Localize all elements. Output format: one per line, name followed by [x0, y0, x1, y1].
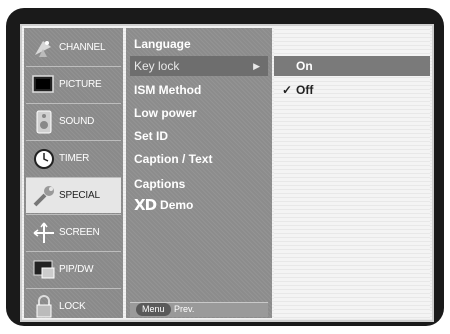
category-sidebar: CHANNEL PICTURE SOUND TIMER SPECIAL SCRE… — [24, 28, 123, 318]
menu-item-xd-demo[interactable]: XD Demo — [130, 195, 268, 215]
nav-item-channel[interactable]: CHANNEL — [26, 30, 121, 65]
menu-item-low-power[interactable]: Low power — [130, 103, 268, 123]
menu-item-label: Caption / Text — [134, 152, 213, 166]
nav-label: CHANNEL — [59, 42, 106, 53]
menu-item-label: Low power — [134, 106, 197, 120]
menu-item-captions[interactable]: Captions — [130, 174, 268, 194]
menu-item-label: Language — [134, 37, 191, 51]
nav-label: SPECIAL — [59, 190, 100, 201]
nav-item-sound[interactable]: SOUND — [26, 104, 121, 139]
menu-item-set-id[interactable]: Set ID — [130, 126, 268, 146]
nav-item-lock[interactable]: LOCK — [26, 289, 121, 324]
option-label: Off — [296, 83, 314, 97]
osd-screen: CHANNEL PICTURE SOUND TIMER SPECIAL SCRE… — [20, 24, 434, 322]
nav-label: SCREEN — [59, 227, 100, 238]
nav-item-picture[interactable]: PICTURE — [26, 67, 121, 102]
nav-item-special[interactable]: SPECIAL — [26, 178, 121, 213]
checkmark-icon: ✓ — [282, 83, 293, 97]
menu-item-label: Captions — [134, 177, 186, 191]
menu-item-label: Demo — [160, 198, 194, 212]
clock-icon — [29, 144, 59, 174]
menu-item-language[interactable]: Language — [130, 34, 268, 54]
prev-label: Prev. — [174, 304, 195, 314]
nav-label: PIP/DW — [59, 264, 94, 275]
screen-adjust-icon — [29, 218, 59, 248]
nav-label: TIMER — [59, 153, 90, 164]
menu-item-label: Set ID — [134, 129, 169, 143]
nav-label: PICTURE — [59, 79, 102, 90]
pip-icon — [29, 255, 59, 285]
xd-logo: XD — [134, 196, 157, 214]
wrench-icon — [29, 181, 59, 211]
nav-item-timer[interactable]: TIMER — [26, 141, 121, 176]
special-menu: Language Key lock ▶ ISM Method Low power… — [126, 28, 272, 318]
option-on[interactable]: On — [274, 56, 430, 76]
menu-item-label: Key lock — [134, 59, 180, 73]
option-off[interactable]: ✓ Off — [274, 80, 430, 100]
monitor-icon — [29, 70, 59, 100]
padlock-icon — [29, 292, 59, 322]
menu-footer: Menu Prev. — [130, 302, 268, 317]
satellite-dish-icon — [29, 33, 59, 63]
nav-label: LOCK — [59, 301, 86, 312]
menu-item-label: ISM Method — [134, 83, 202, 97]
nav-item-pip-dw[interactable]: PIP/DW — [26, 252, 121, 287]
submenu-arrow-icon: ▶ — [253, 61, 260, 71]
speaker-icon — [29, 107, 59, 137]
menu-button[interactable]: Menu — [136, 303, 171, 316]
menu-item-caption-text[interactable]: Caption / Text — [130, 149, 268, 169]
menu-item-key-lock[interactable]: Key lock ▶ — [130, 56, 268, 76]
key-lock-options: On ✓ Off — [274, 28, 430, 318]
option-label: On — [296, 59, 313, 73]
nav-item-screen[interactable]: SCREEN — [26, 215, 121, 250]
nav-label: SOUND — [59, 116, 95, 127]
menu-item-ism-method[interactable]: ISM Method — [130, 80, 268, 100]
